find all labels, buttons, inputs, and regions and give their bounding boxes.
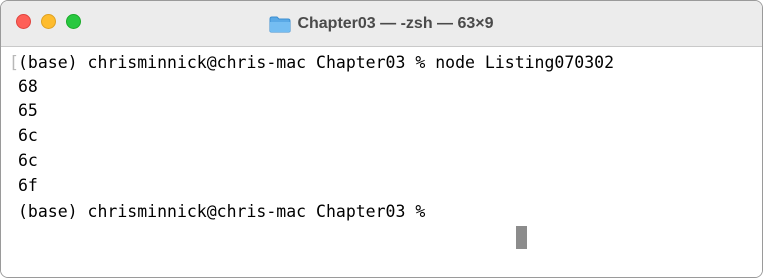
title-bar[interactable]: Chapter03 — -zsh — 63×9: [1, 1, 762, 47]
block-cursor: [516, 226, 527, 249]
terminal-prompt-line: (base) chrisminnick@chris-mac Chapter03 …: [18, 202, 436, 221]
window-title-group: Chapter03 — -zsh — 63×9: [1, 1, 762, 47]
terminal-line: 6c: [18, 126, 38, 145]
terminal-output-area[interactable]: [ (base) chrisminnick@chris-mac Chapter0…: [1, 47, 762, 277]
terminal-line: 6f: [18, 176, 38, 195]
terminal-line: 68: [18, 77, 38, 96]
terminal-window: Chapter03 — -zsh — 63×9 [ (base) chrismi…: [0, 0, 763, 278]
terminal-line: 65: [18, 101, 38, 120]
window-title: Chapter03 — -zsh — 63×9: [297, 15, 494, 32]
folder-icon: [269, 16, 291, 33]
terminal-line: (base) chrisminnick@chris-mac Chapter03 …: [18, 53, 615, 72]
terminal-line: 6c: [18, 151, 38, 170]
